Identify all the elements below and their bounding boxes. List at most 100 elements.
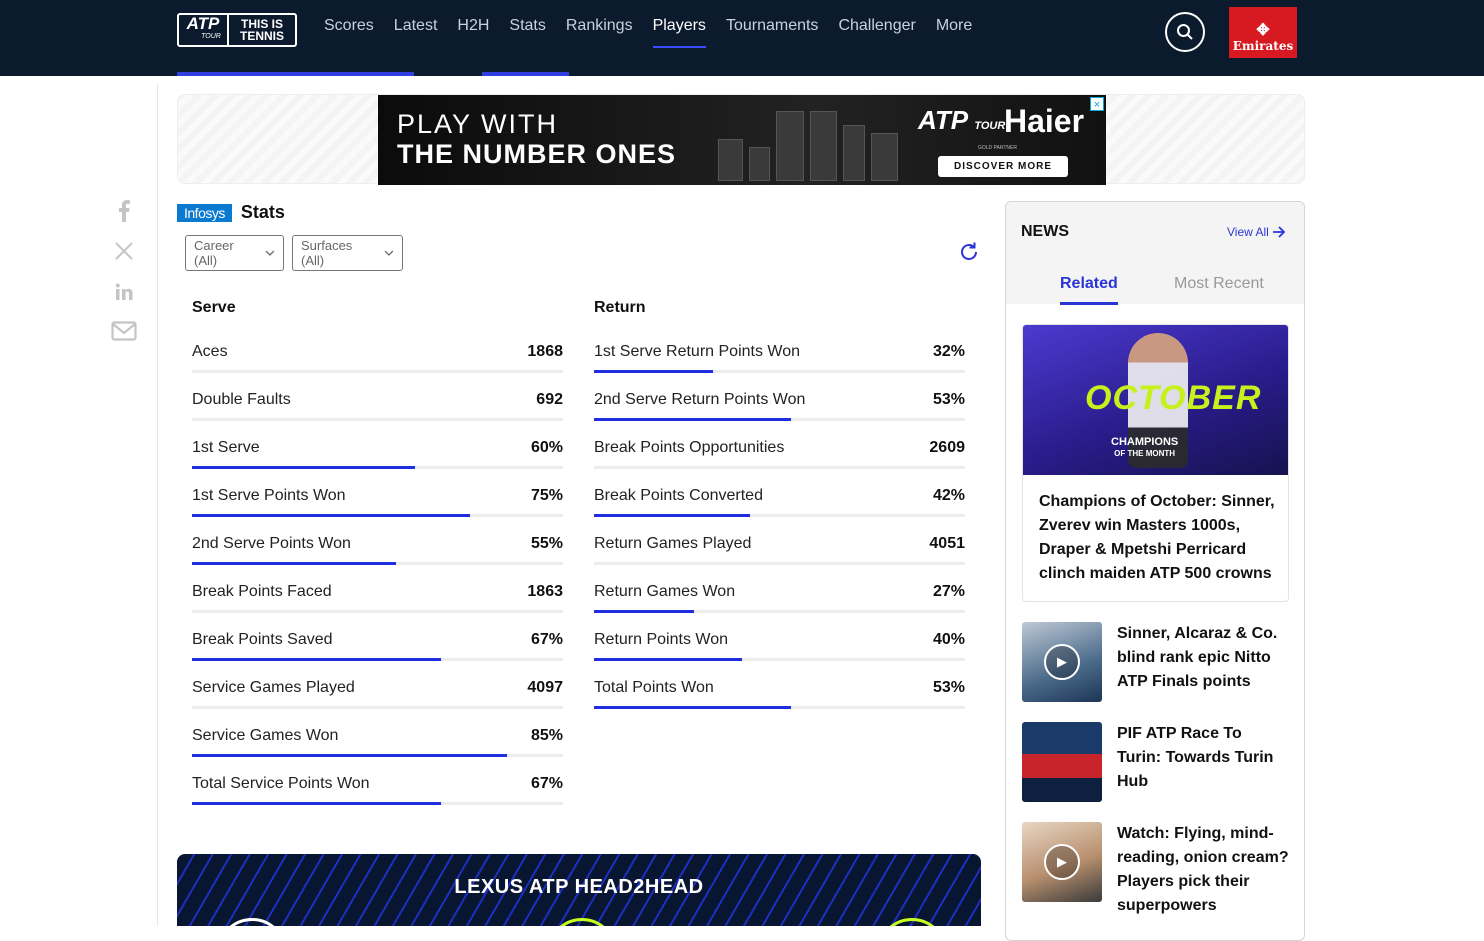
stats-title: Stats — [240, 202, 285, 222]
news-story[interactable]: PIF ATP Race To Turin: Towards Turin Hub — [1022, 722, 1292, 802]
featured-image-caption: CHAMPIONS OF THE MONTH — [1111, 437, 1178, 459]
stat-bar-track — [192, 754, 563, 757]
logo-atp-text: ATP — [186, 14, 220, 33]
stat-bar-fill — [192, 658, 441, 661]
stat-row: Aces 1868 — [192, 335, 563, 383]
stat-label: Total Service Points Won — [192, 775, 370, 792]
ad-discover-more-button[interactable]: DISCOVER MORE — [938, 156, 1068, 177]
nav-rankings[interactable]: Rankings — [566, 0, 633, 52]
stat-row: 1st Serve Points Won 75% — [192, 479, 563, 527]
stat-label: 1st Serve — [192, 439, 260, 456]
stat-value: 55% — [530, 535, 563, 552]
atp-logo-mark: ATP TOUR — [179, 15, 229, 45]
stat-bar-fill — [192, 466, 415, 469]
stat-label: 2nd Serve Return Points Won — [594, 391, 806, 408]
nav-h2h[interactable]: H2H — [457, 0, 489, 52]
stat-bar-track — [192, 706, 563, 709]
tab-most-recent[interactable]: Most Recent — [1174, 275, 1264, 293]
news-story-thumbnail: ▶ — [1022, 622, 1102, 702]
stat-label: 1st Serve Return Points Won — [594, 343, 801, 360]
featured-image-word: OCTOBER — [1085, 379, 1262, 417]
chevron-down-icon — [384, 250, 394, 256]
stats-header: Infosys Stats — [177, 202, 285, 223]
stat-value: 85% — [530, 727, 563, 744]
news-story-thumbnail: ▶ — [1022, 822, 1102, 902]
serve-column-title: Serve — [192, 299, 236, 316]
share-email[interactable] — [110, 317, 138, 345]
career-filter-value: Career (All) — [194, 238, 234, 268]
subnav-strip — [980, 72, 1484, 76]
featured-news-card[interactable]: OCTOBER CHAMPIONS OF THE MONTH Champions… — [1022, 324, 1289, 602]
stat-value: 40% — [932, 631, 965, 648]
news-story-headline: PIF ATP Race To Turin: Towards Turin Hub — [1117, 725, 1274, 790]
nav-players[interactable]: Players — [652, 0, 707, 52]
tab-related[interactable]: Related — [1060, 275, 1118, 305]
stat-bar-track — [192, 562, 563, 565]
nav-more[interactable]: More — [936, 0, 972, 52]
view-all-label: View All — [1227, 225, 1269, 239]
ad-haier-logo: Haier — [1004, 103, 1085, 139]
news-story[interactable]: ▶ Sinner, Alcaraz & Co. blind rank epic … — [1022, 622, 1292, 702]
h2h-player-avatar — [547, 918, 617, 926]
nav-stats[interactable]: Stats — [509, 0, 545, 52]
nav-latest[interactable]: Latest — [394, 0, 438, 52]
stat-label: Service Games Won — [192, 727, 339, 744]
news-title: NEWS — [1021, 223, 1069, 240]
emirates-emblem-icon: ✥ — [1256, 20, 1270, 39]
news-panel: NEWS View All Related Most Recent OCTOBE… — [1005, 201, 1305, 941]
stat-bar-track — [192, 466, 563, 469]
ad-close-icon[interactable]: × — [1090, 97, 1104, 111]
nav-tournaments[interactable]: Tournaments — [726, 0, 819, 52]
email-icon — [111, 321, 137, 341]
atp-tour-logo[interactable]: ATP TOUR THIS IS TENNIS — [177, 13, 297, 47]
stat-label: Break Points Opportunities — [594, 439, 785, 456]
news-story[interactable]: ▶ Watch: Flying, mind-reading, onion cre… — [1022, 822, 1292, 914]
h2h-title: LEXUS ATP HEAD2HEAD — [454, 876, 704, 898]
surface-filter-dropdown[interactable]: Surfaces (All) — [292, 235, 403, 271]
stat-label: Double Faults — [192, 391, 291, 408]
haier-ad-banner[interactable]: PLAY WITH THE NUMBER ONES ATP TOUR Haier… — [378, 95, 1106, 185]
career-filter-dropdown[interactable]: Career (All) — [185, 235, 284, 271]
ad-appliances-image — [718, 101, 899, 181]
refresh-icon[interactable] — [958, 241, 980, 263]
featured-image-caption-1: CHAMPIONS — [1111, 436, 1179, 448]
nav-challenger[interactable]: Challenger — [838, 0, 915, 52]
stat-value: 692 — [536, 391, 563, 408]
stat-row: 2nd Serve Points Won 55% — [192, 527, 563, 575]
stat-bar-track — [594, 514, 965, 517]
stat-value: 60% — [530, 439, 563, 456]
logo-tagline: THIS IS TENNIS — [229, 18, 295, 42]
ad-atp-logo: ATP TOUR — [918, 105, 1005, 136]
stat-row: Return Games Played 4051 — [594, 527, 965, 575]
share-facebook[interactable] — [110, 197, 138, 225]
stat-label: 1st Serve Points Won — [192, 487, 346, 504]
stat-label: Return Points Won — [594, 631, 728, 648]
ad-gold-partner: GOLD PARTNER — [978, 145, 1017, 151]
stat-row: 2nd Serve Return Points Won 53% — [594, 383, 965, 431]
share-linkedin[interactable] — [110, 278, 138, 306]
emirates-sponsor-logo[interactable]: ✥ Emirates — [1229, 7, 1297, 58]
stat-bar-fill — [192, 562, 397, 565]
h2h-banner[interactable]: LEXUS ATP HEAD2HEAD — [177, 854, 981, 926]
stat-row: Service Games Played 4097 — [192, 671, 563, 719]
stat-label: Break Points Saved — [192, 631, 333, 648]
view-all-link[interactable]: View All — [1227, 225, 1286, 239]
stat-row: Break Points Converted 42% — [594, 479, 965, 527]
stat-bar-track — [192, 514, 563, 517]
stat-label: Service Games Played — [192, 679, 355, 696]
stat-value: 53% — [932, 391, 965, 408]
share-x[interactable] — [110, 237, 138, 265]
ad-headline-1: PLAY WITH — [397, 109, 559, 139]
stat-value: 67% — [530, 631, 563, 648]
play-icon: ▶ — [1044, 644, 1080, 680]
h2h-player-avatar — [877, 918, 947, 926]
h2h-player-avatar — [217, 918, 287, 926]
stat-row: Total Service Points Won 67% — [192, 767, 563, 815]
ad-headline-2: THE NUMBER ONES — [397, 139, 677, 169]
nav-scores[interactable]: Scores — [324, 0, 374, 52]
stat-row: 1st Serve 60% — [192, 431, 563, 479]
emirates-text: Emirates — [1232, 39, 1294, 53]
top-navigation-bar: ATP TOUR THIS IS TENNIS Scores Latest H2… — [0, 0, 1484, 76]
search-button[interactable] — [1165, 12, 1205, 52]
ad-slot: PLAY WITH THE NUMBER ONES ATP TOUR Haier… — [177, 94, 1305, 185]
